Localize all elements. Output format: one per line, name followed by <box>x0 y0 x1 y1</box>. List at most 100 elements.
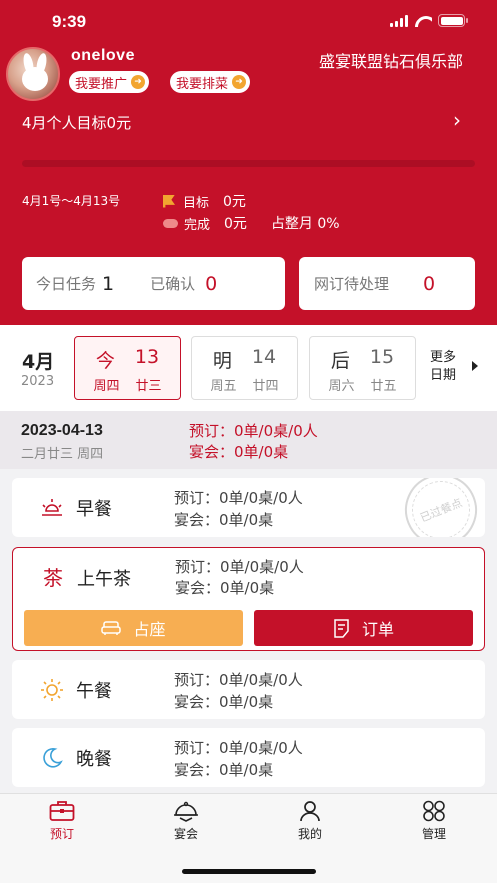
meal-booking: 预订：0单/0桌/0人 <box>175 558 304 576</box>
rank-dishes-label: 我要排菜 <box>176 76 229 92</box>
meal-banquet: 宴会：0单/0桌 <box>174 511 274 529</box>
sofa-icon <box>101 621 122 635</box>
online-pending-value: 0 <box>423 272 436 295</box>
day-date: 15 <box>369 346 395 368</box>
day-weekday: 周四 <box>93 379 120 394</box>
day-today[interactable]: 今 13 周四 廿三 <box>74 336 181 400</box>
target-value: 0元 <box>223 194 246 210</box>
day-weekday: 周六 <box>328 379 355 394</box>
day-weekday: 周五 <box>210 379 237 394</box>
meal-name: 早餐 <box>76 499 112 520</box>
status-time: 9:39 <box>52 12 87 31</box>
promote-label: 我要推广 <box>75 76 128 92</box>
summary-booking: 预订：0单/0桌/0人 <box>189 422 318 440</box>
meal-name: 午餐 <box>76 681 112 702</box>
confirmed-label: 已确认 <box>150 275 196 293</box>
today-task-card[interactable]: 今日任务 1 已确认 0 <box>22 257 285 310</box>
sun-icon <box>40 678 64 702</box>
done-row: 完成 0元 占整月 0% <box>163 213 340 233</box>
day-date: 14 <box>251 346 277 368</box>
briefcase-icon <box>49 801 75 821</box>
done-dot-icon <box>163 218 178 228</box>
month-share: 占整月 0% <box>270 216 340 232</box>
cloche-icon <box>174 801 198 822</box>
grid-icon <box>423 800 445 822</box>
more-dates-button[interactable]: 更多 日期 <box>430 349 456 385</box>
day-lunar: 廿四 <box>252 379 279 394</box>
done-label: 完成 <box>184 217 211 233</box>
meal-card-lunch[interactable]: 午餐 预订：0单/0桌/0人 宴会：0单/0桌 <box>12 660 485 719</box>
meal-name: 晚餐 <box>76 749 112 770</box>
moon-icon <box>40 746 64 770</box>
goal-date-range: 4月1号～4月13号 <box>22 194 121 208</box>
day-word: 明 <box>212 350 232 372</box>
target-label: 目标 <box>183 195 210 211</box>
tea-icon: 茶 <box>43 565 63 590</box>
online-pending-label: 网订待处理 <box>314 275 390 293</box>
more-dates-line2: 日期 <box>430 368 457 383</box>
sunrise-icon <box>40 496 64 520</box>
day-tomorrow[interactable]: 明 14 周五 廿四 <box>191 336 298 400</box>
header-panel: 9:39 onelove 我要推广 ➜ 我要排菜 ➜ 盛宴联盟钻石俱乐部 4月个… <box>0 0 497 325</box>
meal-booking: 预订：0单/0桌/0人 <box>174 489 303 507</box>
meal-passed-stamp-text: 已过餐点 <box>418 496 465 525</box>
tab-booking[interactable]: 预订 <box>22 800 102 842</box>
tab-booking-label: 预订 <box>49 827 74 841</box>
day-word: 今 <box>95 350 115 372</box>
reserve-seat-button[interactable]: 占座 <box>24 610 243 646</box>
promote-button[interactable]: 我要推广 ➜ <box>69 71 150 93</box>
order-button[interactable]: 订单 <box>254 610 473 646</box>
meal-card-breakfast[interactable]: 早餐 预订：0单/0桌/0人 宴会：0单/0桌 已过餐点 <box>12 478 485 537</box>
day-word: 后 <box>330 350 350 372</box>
goal-progress-bar <box>22 160 475 167</box>
meal-card-morning-tea[interactable]: 茶 上午茶 预订：0单/0桌/0人 宴会：0单/0桌 占座 订单 <box>12 547 485 651</box>
meal-name: 上午茶 <box>77 569 131 590</box>
online-pending-card[interactable]: 网订待处理 0 <box>299 257 475 310</box>
summary-lunar: 二月廿三 周四 <box>21 447 104 462</box>
tab-banquet[interactable]: 宴会 <box>146 800 226 842</box>
meal-banquet: 宴会：0单/0桌 <box>175 579 275 597</box>
meal-booking: 预订：0单/0桌/0人 <box>174 671 303 689</box>
wifi-icon <box>414 15 432 27</box>
rank-dishes-button[interactable]: 我要排菜 ➜ <box>170 71 251 93</box>
arrow-right-circle-icon: ➜ <box>232 75 247 89</box>
meal-booking: 预订：0单/0桌/0人 <box>174 739 303 757</box>
tab-mine[interactable]: 我的 <box>270 800 350 842</box>
day-lunar: 廿三 <box>135 379 162 394</box>
done-value: 0元 <box>224 216 247 232</box>
username: onelove <box>71 47 135 64</box>
cellular-signal-icon <box>390 14 408 27</box>
today-task-value: 1 <box>102 272 115 295</box>
current-month: 4月 <box>22 351 55 373</box>
summary-date: 2023-04-13 <box>21 422 103 439</box>
meal-passed-stamp: 已过餐点 <box>394 478 485 537</box>
person-icon <box>300 801 320 822</box>
day-summary: 2023-04-13 二月廿三 周四 预订：0单/0桌/0人 宴会：0单/0桌 <box>0 411 497 469</box>
club-name[interactable]: 盛宴联盟钻石俱乐部 <box>319 48 463 72</box>
goal-title[interactable]: 4月个人目标0元 <box>22 112 131 133</box>
day-after-tomorrow[interactable]: 后 15 周六 廿五 <box>309 336 416 400</box>
confirmed-value: 0 <box>205 272 218 295</box>
day-date: 13 <box>134 346 160 368</box>
target-row: 目标 0元 <box>163 191 246 211</box>
meal-banquet: 宴会：0单/0桌 <box>174 761 274 779</box>
document-icon <box>334 618 349 638</box>
current-year: 2023 <box>21 374 55 389</box>
home-indicator <box>182 869 316 874</box>
avatar[interactable] <box>6 47 60 101</box>
flag-icon <box>163 194 175 208</box>
more-dates-line1: 更多 <box>430 350 457 365</box>
status-icons <box>390 14 468 27</box>
chevron-right-icon[interactable]: › <box>453 108 461 132</box>
today-task-label: 今日任务 <box>36 275 97 293</box>
meal-card-dinner[interactable]: 晚餐 预订：0单/0桌/0人 宴会：0单/0桌 <box>12 728 485 787</box>
tab-manage-label: 管理 <box>421 827 446 841</box>
meal-banquet: 宴会：0单/0桌 <box>174 693 274 711</box>
order-label: 订单 <box>361 620 394 639</box>
triangle-right-icon[interactable] <box>472 361 478 371</box>
arrow-right-circle-icon: ➜ <box>131 75 146 89</box>
tab-manage[interactable]: 管理 <box>394 800 474 842</box>
tab-banquet-label: 宴会 <box>173 827 198 841</box>
day-lunar: 廿五 <box>370 379 397 394</box>
date-selector: 4月 2023 今 13 周四 廿三 明 14 周五 廿四 后 15 周六 廿五 更多 日期 <box>0 325 497 411</box>
